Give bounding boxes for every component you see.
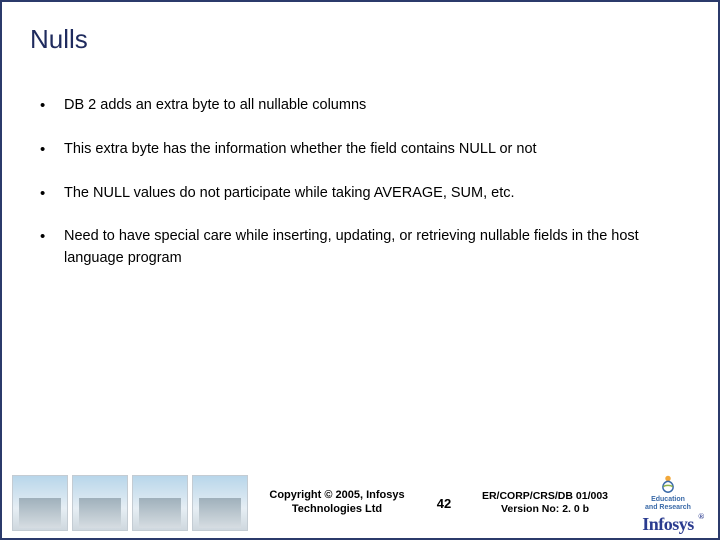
infosys-logo-text: Infosys xyxy=(642,514,694,534)
swirl-icon xyxy=(657,473,679,495)
footer-image-strip xyxy=(12,475,248,531)
slide-title: Nulls xyxy=(2,2,718,55)
infosys-logo: Infosys® xyxy=(642,514,694,535)
bullet-item: Need to have special care while insertin… xyxy=(38,226,682,270)
registered-mark: ® xyxy=(698,512,703,521)
copyright-line-2: Technologies Ltd xyxy=(256,503,418,517)
slide-footer: Copyright © 2005, Infosys Technologies L… xyxy=(2,472,718,538)
bullet-item: DB 2 adds an extra byte to all nullable … xyxy=(38,95,682,117)
copyright-block: Copyright © 2005, Infosys Technologies L… xyxy=(256,489,418,517)
logo-column: Education and Research Infosys® xyxy=(628,472,708,535)
bullet-item: The NULL values do not participate while… xyxy=(38,183,682,205)
footer-image-1 xyxy=(12,475,68,531)
bullet-list: DB 2 adds an extra byte to all nullable … xyxy=(38,95,682,270)
bullet-item: This extra byte has the information whet… xyxy=(38,139,682,161)
reference-block: ER/CORP/CRS/DB 01/003 Version No: 2. 0 b xyxy=(470,490,620,516)
slide-frame: Nulls DB 2 adds an extra byte to all nul… xyxy=(0,0,720,540)
slide-body: DB 2 adds an extra byte to all nullable … xyxy=(2,55,718,472)
page-number: 42 xyxy=(426,496,462,511)
footer-image-2 xyxy=(72,475,128,531)
footer-image-4 xyxy=(192,475,248,531)
copyright-line-1: Copyright © 2005, Infosys xyxy=(256,489,418,503)
education-research-logo: Education and Research xyxy=(645,472,691,512)
reference-line-2: Version No: 2. 0 b xyxy=(470,503,620,516)
reference-line-1: ER/CORP/CRS/DB 01/003 xyxy=(470,490,620,503)
edu-label-2: and Research xyxy=(645,504,691,511)
edu-label-1: Education xyxy=(651,496,685,503)
footer-image-3 xyxy=(132,475,188,531)
